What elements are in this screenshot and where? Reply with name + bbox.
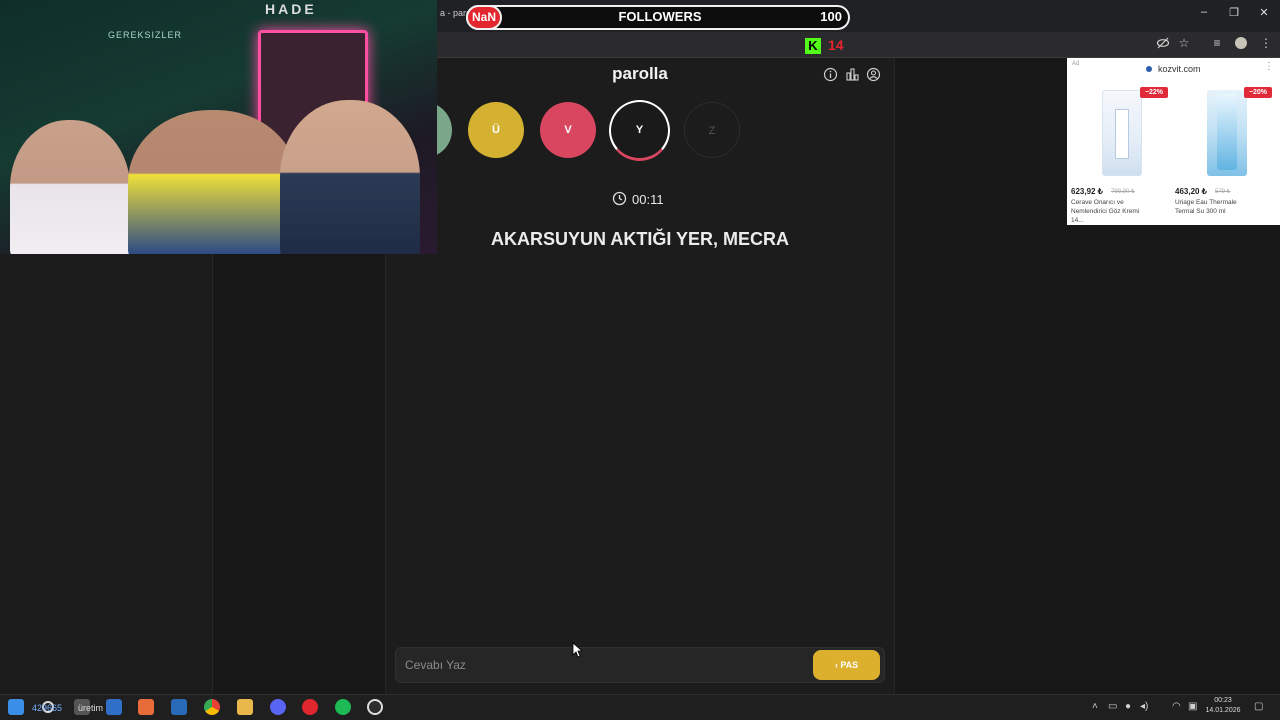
figma-icon[interactable] <box>138 699 154 715</box>
spotify-icon[interactable] <box>335 699 351 715</box>
ad-product-image-1[interactable] <box>1102 90 1142 176</box>
eye-off-icon[interactable] <box>1155 36 1171 53</box>
kick-viewer-count: 14 <box>828 37 844 53</box>
ad-price-2: 463,20 ₺ <box>1175 187 1207 196</box>
letter-circle-v: V <box>540 102 596 158</box>
stats-icon[interactable] <box>845 67 861 83</box>
followers-label: FOLLOWERS <box>618 9 702 24</box>
calculator-icon[interactable] <box>171 699 187 715</box>
clock-time: 00:23 <box>1214 697 1232 704</box>
app-title[interactable]: parolla <box>560 64 720 84</box>
ad-product-name-2[interactable]: Uriage Eau Thermale Termal Su 300 ml <box>1175 198 1250 216</box>
ad-old-price-1: 799,90 ₺ <box>1111 189 1135 195</box>
timer-value: 00:11 <box>632 192 664 207</box>
followers-count: 100 <box>820 9 842 24</box>
question-text: AKARSUYUN AKTIĞI YER, MECRA <box>490 229 790 249</box>
kebab-menu-icon[interactable]: ⋮ <box>1258 36 1274 50</box>
letter-circle-y-current: Y <box>609 100 670 161</box>
ad-product-name-1[interactable]: Cerave Onarıcı ve Nemlendirici Göz Kremi… <box>1071 198 1146 225</box>
clock-date: 14.01.2026 <box>1205 707 1241 714</box>
letter-circle-z: Z <box>684 102 740 158</box>
ad-price-1: 623,92 ₺ <box>1071 187 1103 196</box>
star-icon[interactable]: ☆ <box>1176 36 1192 50</box>
user-icon[interactable] <box>866 67 882 83</box>
ad-close-icon[interactable]: ⋮ <box>1264 61 1274 72</box>
store-icon[interactable] <box>106 699 122 715</box>
windows-icon[interactable] <box>8 699 24 715</box>
ad-old-price-2: 579 ₺ <box>1215 189 1231 195</box>
ad-discount-badge-2: −20% <box>1244 87 1272 98</box>
microphone-icon[interactable]: ● <box>1125 701 1131 712</box>
volume-icon[interactable]: ◂) <box>1140 701 1148 712</box>
discord-icon[interactable] <box>270 699 286 715</box>
ad-tag: Ad <box>1072 61 1080 67</box>
network-icon[interactable]: ◠ <box>1172 701 1181 712</box>
letter-circle-u: Ü <box>468 102 524 158</box>
close-window-button[interactable]: ✕ <box>1254 6 1274 19</box>
pass-button-label: PAS <box>840 660 859 670</box>
files-icon[interactable] <box>237 699 253 715</box>
person-right <box>280 100 420 254</box>
nan-badge: NaN <box>466 5 502 30</box>
screen: a - paro + – ❐ ✕ ☆ ≡ ⋮ parolla Ü V Y Z 0… <box>0 0 1280 720</box>
person-left <box>10 120 130 254</box>
notification-icon[interactable]: ▢ <box>1254 701 1263 712</box>
maximize-button[interactable]: ❐ <box>1224 6 1244 19</box>
kick-logo-icon: K <box>805 38 821 54</box>
ad-product-image-2[interactable] <box>1207 90 1247 176</box>
clock-icon <box>612 191 627 211</box>
ad-discount-badge-1: −22% <box>1140 87 1168 98</box>
person-center <box>128 110 298 254</box>
wall-sign-text: HADE <box>265 1 317 17</box>
wall-text: GEREKSIZLER <box>108 30 183 40</box>
info-icon[interactable] <box>823 67 839 83</box>
clock[interactable]: 00:23 14.01.2026 <box>1198 696 1248 716</box>
answer-input[interactable] <box>400 654 800 676</box>
chrome-icon[interactable] <box>204 699 220 715</box>
media-icon[interactable]: ≡ <box>1209 36 1225 50</box>
usb-icon[interactable]: ▭ <box>1108 701 1117 712</box>
webcam-overlay: GEREKSIZLER HADE <box>0 0 437 254</box>
overlay-number: 429665 <box>32 703 63 713</box>
pass-button[interactable]: › PAS <box>813 650 880 680</box>
profile-icon[interactable] <box>1233 36 1249 53</box>
chevron-up-icon[interactable]: ˄ <box>1092 701 1098 712</box>
ad-domain[interactable]: kozvit.com <box>1158 64 1201 74</box>
minimize-button[interactable]: – <box>1194 6 1214 18</box>
mouse-cursor-icon <box>572 642 584 663</box>
red-app-icon[interactable] <box>302 699 318 715</box>
taskbar <box>0 694 1280 720</box>
obs-icon[interactable] <box>367 699 383 715</box>
ad-favicon-icon <box>1146 66 1152 72</box>
overlay-word: üretim <box>78 703 104 713</box>
display-icon[interactable]: ▣ <box>1188 701 1197 712</box>
timer: 00:11 <box>600 191 680 207</box>
